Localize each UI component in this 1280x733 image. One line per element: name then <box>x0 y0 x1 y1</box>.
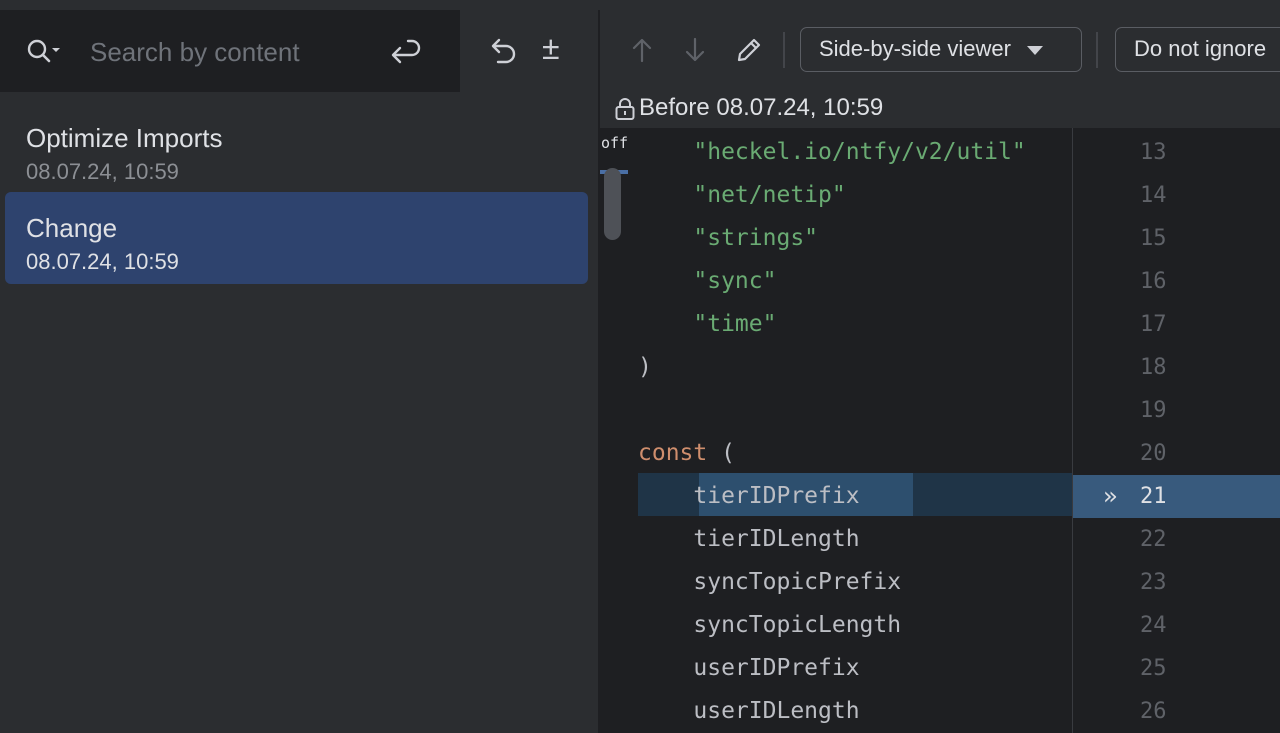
line-number: 16 <box>1073 260 1280 303</box>
line-number-gutter: 13 14 15 16 17 18 19 20 » 21 22 23 24 25 26 <box>1072 128 1280 733</box>
line-number: 15 <box>1073 217 1280 260</box>
line-number: 13 <box>1073 131 1280 174</box>
line-number: 20 <box>1073 432 1280 475</box>
code-line[interactable]: "sync" <box>638 260 1072 303</box>
code-line[interactable]: syncTopicPrefix <box>638 561 1072 604</box>
line-number: 24 <box>1073 604 1280 647</box>
code-line[interactable]: ) <box>638 346 1072 389</box>
code-line[interactable]: "heckel.io/ntfy/v2/util" <box>638 131 1072 174</box>
code-token: ( <box>707 440 735 466</box>
code-line[interactable]: "strings" <box>638 217 1072 260</box>
line-number-text: 26 <box>1140 699 1167 724</box>
line-number-text: 17 <box>1140 312 1167 337</box>
diff-toolbar: Side-by-side viewer Do not ignore <box>600 10 1280 90</box>
history-actions: ± <box>460 10 598 92</box>
line-number: 14 <box>1073 174 1280 217</box>
chevron-down-icon <box>1026 45 1043 55</box>
lock-icon <box>615 98 635 120</box>
code-line[interactable]: const ( <box>638 432 1072 475</box>
toolbar-separator <box>783 32 785 68</box>
code-line[interactable]: tierIDPrefix <box>638 475 1072 518</box>
search-input[interactable] <box>90 32 370 72</box>
line-number-text: 14 <box>1140 183 1167 208</box>
window-top-strip <box>0 0 1280 10</box>
line-number-text: 23 <box>1140 570 1167 595</box>
line-number-text: 19 <box>1140 398 1167 423</box>
line-number: 22 <box>1073 518 1280 561</box>
line-number-text: 13 <box>1140 140 1167 165</box>
search-bar <box>0 10 460 92</box>
line-number: 19 <box>1073 389 1280 432</box>
history-panel: ± Optimize Imports 08.07.24, 10:59 Chang… <box>0 10 598 733</box>
line-number: 25 <box>1073 647 1280 690</box>
gutter-off-label: off <box>601 134 629 152</box>
code-line[interactable] <box>638 389 1072 432</box>
code-line[interactable]: userIDPrefix <box>638 647 1072 690</box>
arrow-down-icon[interactable] <box>679 34 711 66</box>
line-number-text: 18 <box>1140 355 1167 380</box>
line-number: 18 <box>1073 346 1280 389</box>
diff-panel: Side-by-side viewer Do not ignore Before… <box>600 10 1280 733</box>
enter-icon[interactable] <box>388 37 422 67</box>
line-number: » 21 <box>1073 475 1280 518</box>
ignore-whitespace-dropdown[interactable]: Do not ignore <box>1115 27 1280 72</box>
history-item-change[interactable]: Change 08.07.24, 10:59 <box>5 192 588 284</box>
line-number: 26 <box>1073 690 1280 733</box>
pane-title: Before 08.07.24, 10:59 <box>639 94 884 121</box>
pencil-icon[interactable] <box>733 34 765 66</box>
line-number-text: 22 <box>1140 527 1167 552</box>
search-icon[interactable] <box>26 38 62 66</box>
line-number-text: 25 <box>1140 656 1167 681</box>
line-number: 17 <box>1073 303 1280 346</box>
code-line[interactable]: "net/netip" <box>638 174 1072 217</box>
line-number-text: 20 <box>1140 441 1167 466</box>
line-number: 23 <box>1073 561 1280 604</box>
line-number-text: 15 <box>1140 226 1167 251</box>
revert-icon[interactable] <box>486 34 518 66</box>
viewer-mode-label: Side-by-side viewer <box>819 36 1011 61</box>
code-line[interactable]: tierIDLength <box>638 518 1072 561</box>
code-line[interactable]: userIDLength <box>638 690 1072 733</box>
plus-minus-icon[interactable]: ± <box>542 30 572 66</box>
history-item-title: Optimize Imports <box>26 123 223 153</box>
history-item-date: 08.07.24, 10:59 <box>26 159 179 184</box>
code-line[interactable]: "time" <box>638 303 1072 346</box>
history-item-date: 08.07.24, 10:59 <box>26 249 179 274</box>
arrow-up-icon[interactable] <box>626 34 658 66</box>
pane-header: Before 08.07.24, 10:59 <box>600 90 1280 128</box>
line-number-text: 24 <box>1140 613 1167 638</box>
ignore-mode-label: Do not ignore <box>1134 36 1267 61</box>
keyword-token: const <box>638 440 708 466</box>
line-number-text: 16 <box>1140 269 1167 294</box>
toolbar-separator <box>1096 32 1098 68</box>
history-item-title: Change <box>26 213 118 243</box>
scrollbar-thumb[interactable] <box>604 168 621 240</box>
code-editor[interactable]: "heckel.io/ntfy/v2/util" "net/netip" "st… <box>600 128 1280 733</box>
code-area[interactable]: "heckel.io/ntfy/v2/util" "net/netip" "st… <box>600 128 1072 733</box>
history-item-optimize-imports[interactable]: Optimize Imports 08.07.24, 10:59 <box>5 102 588 194</box>
code-line[interactable]: syncTopicLength <box>638 604 1072 647</box>
line-number-text: 21 <box>1140 484 1167 509</box>
viewer-mode-dropdown[interactable]: Side-by-side viewer <box>800 27 1082 72</box>
double-chevron-right-icon[interactable]: » <box>1103 475 1117 518</box>
